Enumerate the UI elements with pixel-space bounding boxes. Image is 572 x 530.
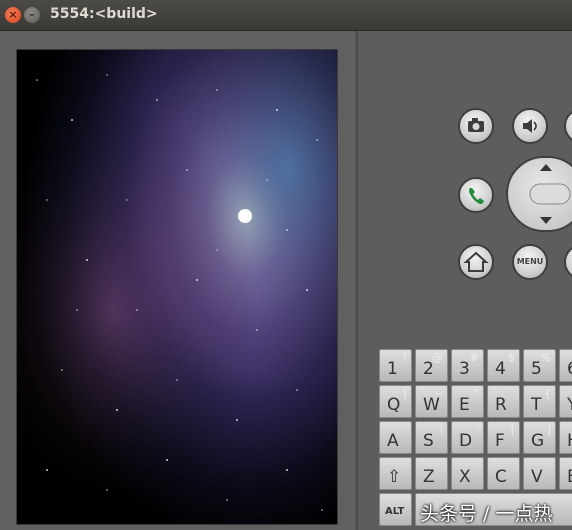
key-5[interactable]: 5%	[523, 349, 556, 382]
key-w[interactable]: W ~	[415, 385, 448, 418]
volume-button[interactable]	[512, 108, 548, 144]
key-3[interactable]: 3 #	[451, 349, 484, 382]
back-button[interactable]	[564, 244, 572, 280]
dpad[interactable]	[506, 156, 572, 232]
camera-button[interactable]	[458, 108, 494, 144]
call-button[interactable]	[458, 177, 494, 213]
key-shift[interactable]: ⇧	[379, 457, 412, 490]
close-button[interactable]: ×	[5, 7, 21, 23]
device-frame	[0, 31, 355, 530]
window-title: 5554:<build>	[50, 6, 158, 22]
watermark-text: 头条号 / 一点热	[420, 503, 553, 525]
key-t[interactable]: T{	[523, 385, 556, 418]
space-wallpaper	[17, 50, 337, 524]
home-icon	[463, 251, 489, 272]
key-2[interactable]: 2 @	[415, 349, 448, 382]
key-g[interactable]: G]	[523, 421, 556, 454]
menu-label: MENU	[516, 257, 544, 266]
power-button[interactable]	[564, 108, 572, 144]
controls-panel: MENU 1! 2@ 3# 4$ 5% 6 Q| W~ E" R` T{ Y A…	[358, 31, 572, 530]
key-f[interactable]: F[	[487, 421, 520, 454]
key-r[interactable]: R `	[487, 385, 520, 418]
home-button[interactable]	[458, 244, 494, 280]
key-e[interactable]: E "	[451, 385, 484, 418]
key-v[interactable]: V	[523, 457, 556, 490]
key-x[interactable]: X	[451, 457, 484, 490]
key-4[interactable]: 4 $	[487, 349, 520, 382]
key-s[interactable]: S \	[415, 421, 448, 454]
key-d[interactable]: D '	[451, 421, 484, 454]
key-c[interactable]: C	[487, 457, 520, 490]
emulator-body: MENU 1! 2@ 3# 4$ 5% 6 Q| W~ E" R` T{ Y A…	[0, 31, 572, 530]
key-b[interactable]: B	[559, 457, 572, 490]
device-screen[interactable]	[16, 49, 338, 525]
phone-green-icon	[469, 188, 484, 204]
key-6[interactable]: 6	[559, 349, 572, 382]
key-q[interactable]: Q |	[379, 385, 412, 418]
key-h[interactable]: H	[559, 421, 572, 454]
volume-icon	[523, 119, 537, 133]
dpad-arrows-icon	[529, 164, 571, 224]
camera-icon	[468, 118, 484, 132]
key-1[interactable]: 1!	[379, 349, 412, 382]
minimize-button[interactable]: –	[24, 7, 40, 23]
key-alt[interactable]: ALT	[379, 493, 412, 526]
key-a[interactable]: A	[379, 421, 412, 454]
key-z[interactable]: Z	[415, 457, 448, 490]
key-y[interactable]: Y	[559, 385, 572, 418]
window-titlebar: × – 5554:<build>	[0, 0, 572, 31]
menu-button[interactable]: MENU	[512, 244, 548, 280]
shift-icon: ⇧	[387, 467, 402, 487]
